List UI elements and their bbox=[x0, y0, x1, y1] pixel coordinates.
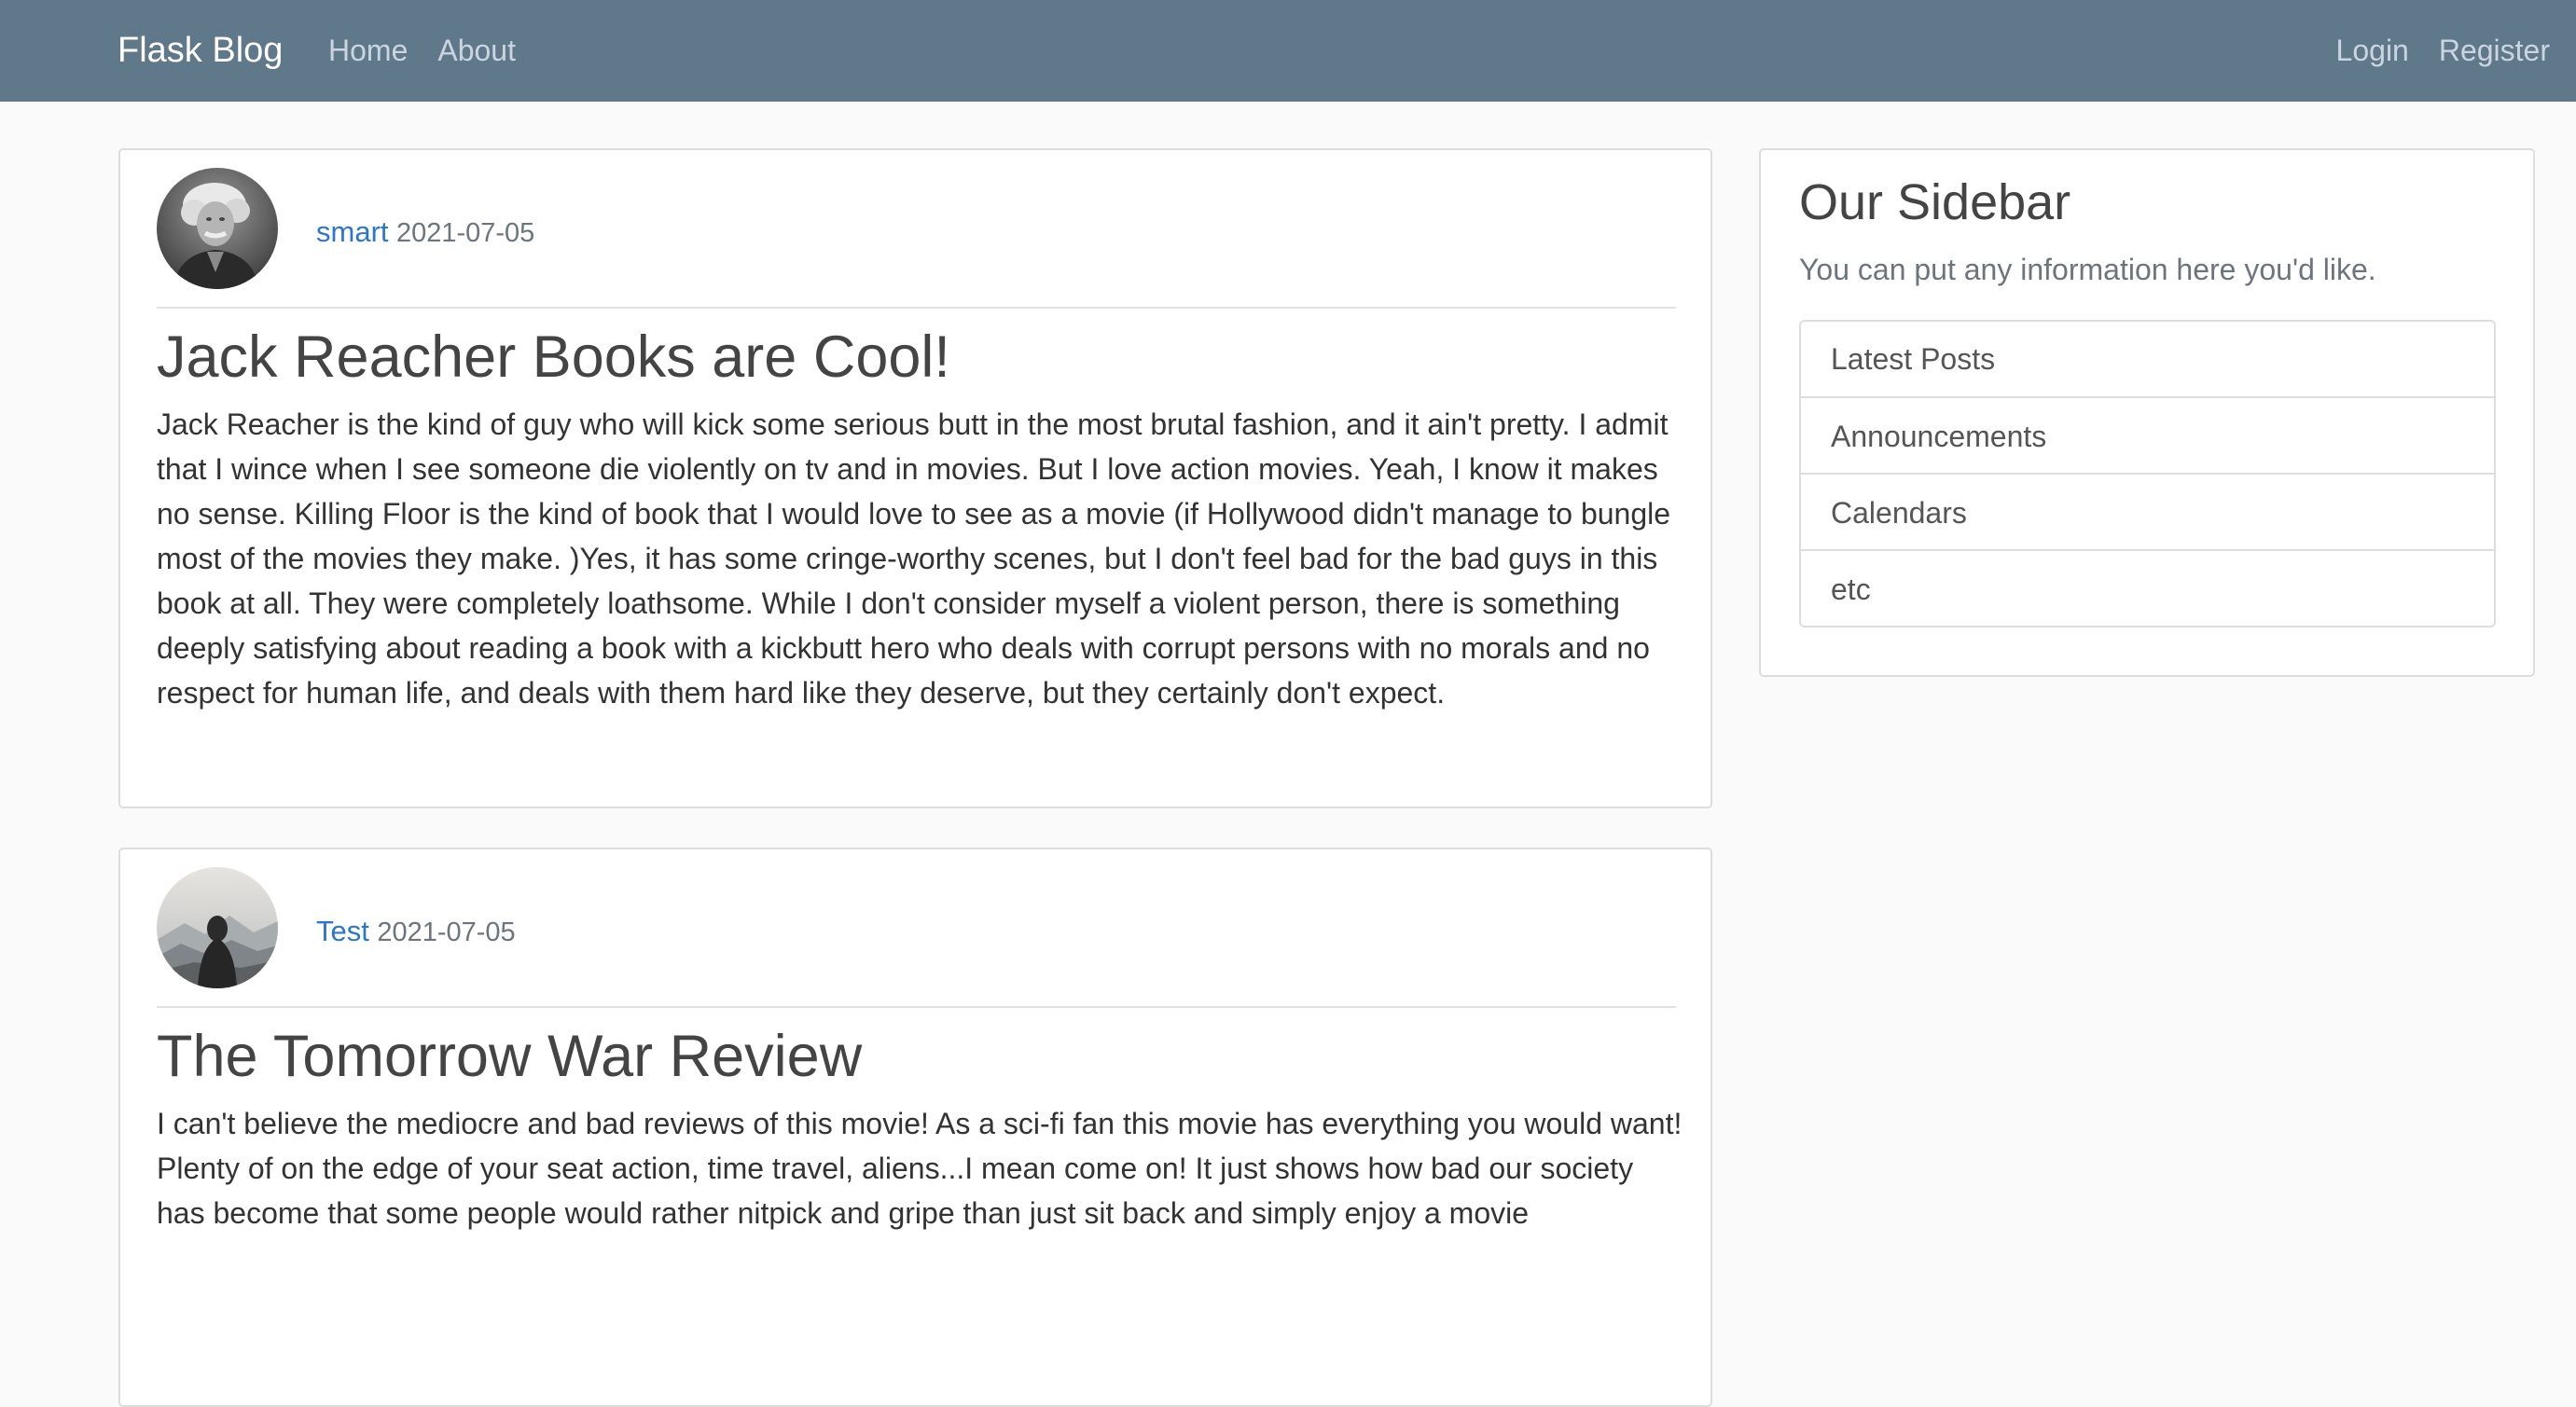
portrait-photo-image bbox=[157, 168, 278, 289]
post-title-link[interactable]: The Tomorrow War Review bbox=[157, 1017, 862, 1096]
post-date: 2021-07-05 bbox=[395, 218, 535, 248]
nav-home-link[interactable]: Home bbox=[328, 26, 408, 75]
author-link[interactable]: Test bbox=[316, 915, 369, 947]
sidebar-title: Our Sidebar bbox=[1799, 174, 2071, 230]
sidebar-list: Latest Posts Announcements Calendars etc bbox=[1799, 320, 2496, 628]
sidebar-item-announcements[interactable]: Announcements bbox=[1801, 396, 2494, 473]
hooded-figure-photo-image bbox=[157, 867, 278, 988]
nav-about-link[interactable]: About bbox=[437, 26, 516, 75]
top-navbar: Flask Blog Home About Login Register bbox=[0, 0, 2576, 102]
sidebar-item-etc[interactable]: etc bbox=[1801, 549, 2494, 626]
main-nav: Home About bbox=[328, 26, 516, 75]
sidebar: Our Sidebar You can put any information … bbox=[1759, 148, 2535, 677]
sidebar-item-calendars[interactable]: Calendars bbox=[1801, 473, 2494, 549]
author-avatar bbox=[157, 168, 278, 289]
post-meta: Test 2021-07-05 bbox=[316, 915, 516, 948]
author-avatar bbox=[157, 867, 278, 988]
brand-link[interactable]: Flask Blog bbox=[118, 26, 283, 75]
meta-divider bbox=[157, 307, 1676, 309]
meta-divider bbox=[157, 1006, 1676, 1008]
nav-register-link[interactable]: Register bbox=[2439, 26, 2550, 75]
post-title-link[interactable]: Jack Reacher Books are Cool! bbox=[157, 318, 950, 396]
post-date: 2021-07-05 bbox=[377, 917, 516, 947]
post-content: Jack Reacher is the kind of guy who will… bbox=[157, 407, 1671, 710]
nav-login-link[interactable]: Login bbox=[2336, 26, 2409, 75]
post-content: I can't believe the mediocre and bad rev… bbox=[157, 1107, 1683, 1230]
account-nav: Login Register bbox=[2336, 26, 2550, 75]
post-card: Test 2021-07-05 The Tomorrow War Review … bbox=[118, 848, 1712, 1407]
sidebar-description: You can put any information here you'd l… bbox=[1799, 253, 2376, 286]
post-card: smart 2021-07-05 Jack Reacher Books are … bbox=[118, 148, 1712, 808]
sidebar-item-latest-posts[interactable]: Latest Posts bbox=[1801, 322, 2494, 396]
post-meta: smart 2021-07-05 bbox=[316, 215, 534, 249]
author-link[interactable]: smart bbox=[316, 215, 389, 248]
